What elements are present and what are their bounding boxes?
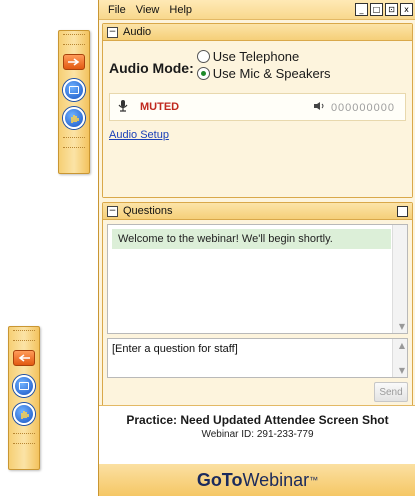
audio-mode: Audio Mode: Use Telephone Use Mic & Spea… — [109, 47, 406, 83]
window-controls: _ □ ⊡ x — [355, 3, 413, 16]
menu-view[interactable]: View — [136, 4, 160, 16]
audio-status-bar: MUTED 000000000 — [109, 93, 406, 121]
speaker-level: 000000000 — [313, 101, 395, 114]
raise-hand-icon — [13, 403, 35, 425]
questions-section: − Questions Welcome to the webinar! We'l… — [102, 202, 413, 407]
control-tab-top[interactable] — [58, 30, 90, 174]
send-row: Send — [107, 382, 408, 402]
question-log-scrollbar[interactable]: ▼ — [392, 225, 407, 333]
radio-circle-selected[interactable] — [196, 67, 210, 80]
screen-icon — [63, 79, 85, 101]
screen-button[interactable] — [13, 375, 35, 397]
control-tab-bottom[interactable] — [8, 326, 40, 470]
close-button[interactable]: x — [400, 3, 413, 16]
radio-label: Use Mic & Speakers — [212, 66, 331, 81]
question-log[interactable]: Welcome to the webinar! We'll begin shor… — [107, 224, 408, 334]
raise-hand-icon — [63, 107, 85, 129]
screen-icon — [13, 375, 35, 397]
restore-button[interactable]: □ — [370, 3, 383, 16]
audio-mode-label: Audio Mode: — [109, 60, 194, 76]
radio-circle[interactable] — [196, 50, 210, 63]
menu-file[interactable]: File — [108, 4, 126, 16]
questions-section-title: Questions — [123, 205, 173, 217]
popout-icon[interactable] — [397, 206, 408, 217]
audio-setup-link[interactable]: Audio Setup — [109, 129, 406, 141]
collapse-icon[interactable]: − — [107, 26, 118, 38]
mic-status: MUTED — [140, 101, 180, 113]
grip-handle[interactable] — [63, 137, 85, 148]
speaker-icon[interactable] — [313, 101, 325, 114]
menu-help[interactable]: Help — [169, 4, 192, 16]
audio-body: Audio Mode: Use Telephone Use Mic & Spea… — [103, 41, 412, 197]
audio-section-header[interactable]: − Audio — [103, 24, 412, 41]
questions-section-header[interactable]: − Questions — [103, 203, 412, 220]
question-message: Welcome to the webinar! We'll begin shor… — [112, 229, 391, 249]
question-input[interactable]: [Enter a question for staff] ▲ ▼ — [107, 338, 408, 378]
collapse-icon[interactable]: − — [107, 205, 118, 217]
brand-bold: GoTo — [196, 469, 243, 490]
questions-body: Welcome to the webinar! We'll begin shor… — [103, 220, 412, 406]
brand-rest: Webinar — [242, 469, 310, 490]
arrow-right-icon — [63, 54, 85, 70]
grip-handle[interactable] — [63, 34, 85, 45]
grip-handle[interactable] — [13, 433, 35, 444]
webinar-footer: Practice: Need Updated Attendee Screen S… — [99, 405, 415, 496]
raise-hand-button[interactable] — [63, 107, 85, 129]
control-panel: File View Help _ □ ⊡ x − Audio Audio Mod… — [98, 0, 415, 496]
show-panel-button[interactable] — [63, 51, 85, 73]
scroll-down-icon[interactable]: ▼ — [399, 322, 405, 331]
question-input-scrollbar[interactable]: ▲ ▼ — [392, 339, 407, 377]
hide-panel-button[interactable] — [13, 347, 35, 369]
microphone-icon[interactable] — [118, 99, 128, 115]
audio-section: − Audio Audio Mode: Use Telephone Use Mi… — [102, 23, 413, 198]
webinar-title: Practice: Need Updated Attendee Screen S… — [126, 413, 389, 427]
audio-section-title: Audio — [123, 26, 152, 38]
minimize-button[interactable]: _ — [355, 3, 368, 16]
raise-hand-button[interactable] — [13, 403, 35, 425]
question-input-placeholder: [Enter a question for staff] — [112, 343, 238, 355]
radio-label: Use Telephone — [212, 49, 300, 64]
brand-tm: ™ — [309, 475, 319, 485]
speaker-level-meter: 000000000 — [330, 101, 395, 114]
brand-logo: GoTo Webinar ™ — [99, 464, 415, 496]
menu-bar: File View Help _ □ ⊡ x — [99, 0, 415, 20]
dock-button[interactable]: ⊡ — [385, 3, 398, 16]
radio-use-mic-speakers[interactable]: Use Mic & Speakers — [196, 66, 331, 81]
screen-button[interactable] — [63, 79, 85, 101]
arrow-left-icon — [13, 350, 35, 366]
webinar-id: Webinar ID: 291-233-779 — [201, 429, 314, 440]
scroll-down-icon[interactable]: ▼ — [399, 366, 405, 375]
radio-use-telephone[interactable]: Use Telephone — [196, 49, 331, 64]
send-button[interactable]: Send — [374, 382, 408, 402]
grip-handle[interactable] — [13, 330, 35, 341]
scroll-up-icon[interactable]: ▲ — [399, 341, 405, 350]
